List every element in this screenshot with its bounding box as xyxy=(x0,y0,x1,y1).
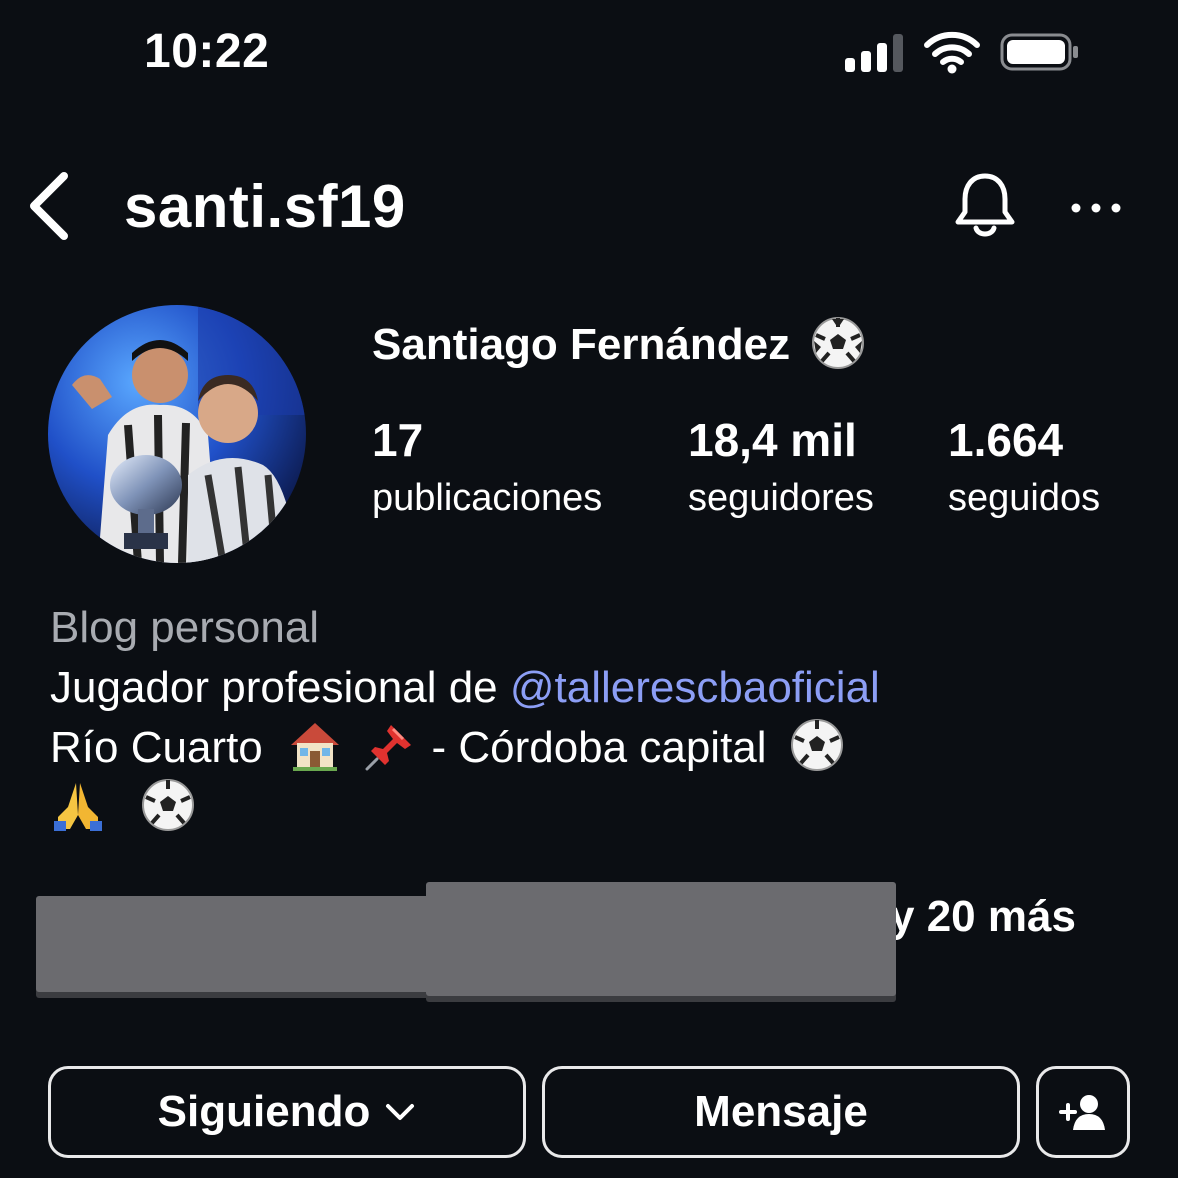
stat-followers-label: seguidores xyxy=(688,477,874,519)
stat-following-count: 1.664 xyxy=(948,414,1064,466)
stat-posts-count: 17 xyxy=(372,414,424,466)
status-time: 10:22 xyxy=(144,25,270,78)
following-button-label: Siguiendo xyxy=(157,1087,371,1136)
bio-mention-link[interactable]: @tallerescbaoficial xyxy=(510,663,880,712)
full-name: Santiago Fernández xyxy=(372,317,866,371)
soccer-ball-icon xyxy=(142,779,195,832)
redaction-box xyxy=(36,896,436,992)
bio-line-1: Jugador profesional de @tallerescbaofici… xyxy=(50,658,880,718)
profile-avatar[interactable] xyxy=(48,305,306,563)
chevron-down-icon xyxy=(386,1104,415,1120)
soccer-ball-icon xyxy=(812,317,865,370)
soccer-ball-icon xyxy=(790,719,843,772)
battery-icon xyxy=(1000,33,1078,71)
bio-line-1-text: Jugador profesional de xyxy=(50,663,510,712)
redaction-box xyxy=(426,882,896,996)
bio-line-2: Río Cuarto - Córdoba capital xyxy=(50,718,880,778)
bio-line-2-end: - Córdoba capital xyxy=(431,723,767,772)
wifi-icon xyxy=(924,31,980,74)
stat-following[interactable]: 1.664 seguidos xyxy=(948,412,1100,526)
profile-username: santi.sf19 xyxy=(124,173,406,240)
bio-line-2-start: Río Cuarto xyxy=(50,723,263,772)
full-name-text: Santiago Fernández xyxy=(372,320,791,369)
bell-icon[interactable] xyxy=(948,170,1022,244)
stat-posts[interactable]: 17 publicaciones xyxy=(372,412,602,526)
folded-hands-icon xyxy=(54,783,102,832)
suggested-users-button[interactable] xyxy=(1036,1066,1130,1158)
profile-bio: Blog personal Jugador profesional de @ta… xyxy=(50,598,880,838)
following-button[interactable]: Siguiendo xyxy=(48,1066,526,1158)
bio-category: Blog personal xyxy=(50,603,320,652)
profile-screen: 10:22 santi.sf19 Santiago Fernández 17 p… xyxy=(0,0,1178,1178)
stat-followers-count: 18,4 mil xyxy=(688,414,857,466)
back-chevron-icon[interactable] xyxy=(20,166,80,246)
house-icon xyxy=(291,723,339,772)
bio-line-3 xyxy=(50,778,880,838)
add-person-icon xyxy=(1059,1095,1105,1130)
stat-posts-label: publicaciones xyxy=(372,477,603,519)
stat-followers[interactable]: 18,4 mil seguidores xyxy=(688,412,874,526)
stat-following-label: seguidos xyxy=(948,477,1101,519)
message-button-label: Mensaje xyxy=(694,1087,868,1136)
more-dots-icon[interactable] xyxy=(1066,190,1126,226)
cellular-signal-icon xyxy=(845,34,907,72)
followed-by-text[interactable]: y 20 más xyxy=(890,892,1076,942)
message-button[interactable]: Mensaje xyxy=(542,1066,1020,1158)
pushpin-icon xyxy=(365,725,412,771)
